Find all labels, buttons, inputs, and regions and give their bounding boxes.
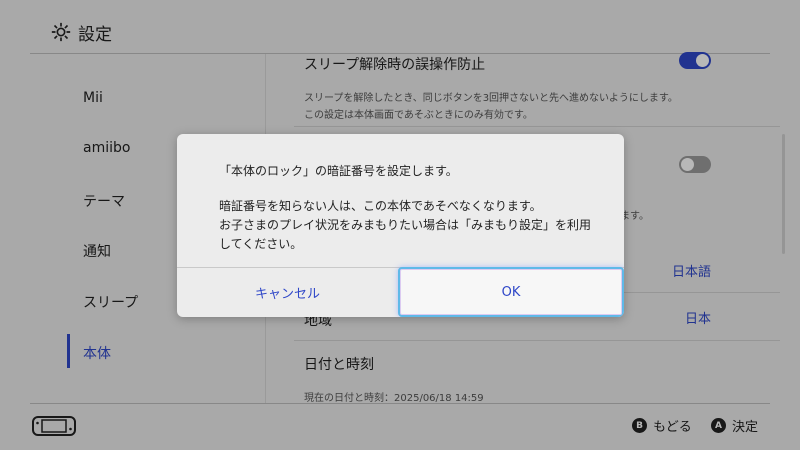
cancel-button[interactable]: キャンセル xyxy=(177,268,398,317)
dialog-message: 「本体のロック」の暗証番号を設定します。 xyxy=(219,164,458,178)
dialog-description: 暗証番号を知らない人は、この本体であそべなくなります。 お子さまのプレイ状況をみ… xyxy=(219,199,592,251)
ok-button[interactable]: OK xyxy=(398,267,624,317)
pin-setup-dialog: 「本体のロック」の暗証番号を設定します。 暗証番号を知らない人は、この本体であそ… xyxy=(177,134,624,317)
